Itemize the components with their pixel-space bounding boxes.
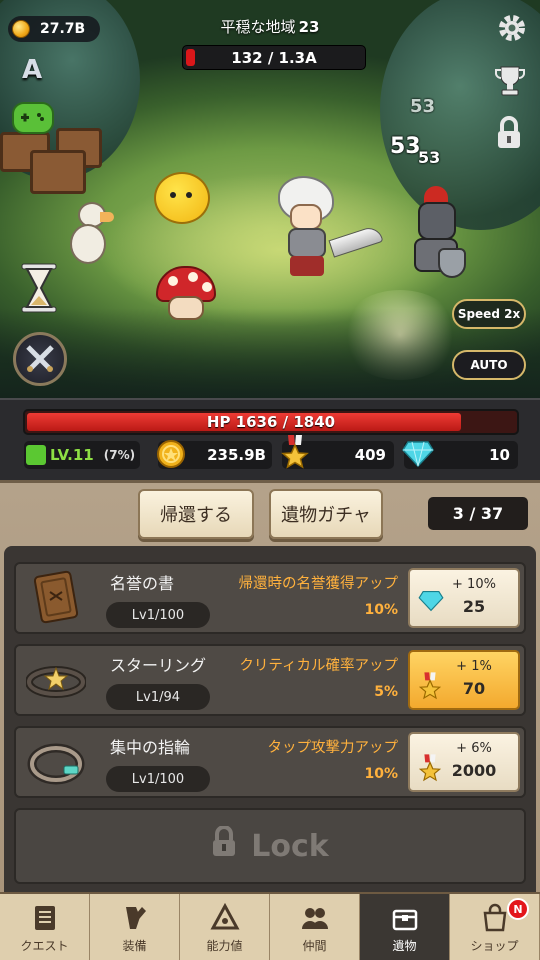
- medal-total: 409: [354, 446, 386, 464]
- ring-icon: [26, 734, 86, 790]
- nav-quest[interactable]: クエスト: [0, 894, 90, 960]
- diamond-icon: [402, 439, 434, 472]
- hero-character: [270, 176, 350, 278]
- nav-relics[interactable]: 遺物: [360, 894, 450, 960]
- shop-bag-icon: [483, 903, 506, 931]
- stats-icon: [209, 902, 240, 929]
- bottom-navigation: クエスト 装備 能力値 仲間 遺物 ショップ N: [0, 892, 540, 960]
- trophy-icon[interactable]: [494, 64, 526, 98]
- gold-total: 235.9B: [207, 446, 266, 464]
- upgrade-cost: 25: [462, 597, 486, 616]
- nav-label: クエスト: [20, 938, 69, 953]
- nav-label: 仲間: [302, 938, 327, 953]
- stage-number: 23: [298, 18, 320, 36]
- stage-name: 平穏な地域: [220, 18, 296, 36]
- companions-icon: [301, 907, 328, 929]
- achievements-icon[interactable]: A: [14, 52, 50, 88]
- relic-effect: タップ攻撃力アップ: [267, 740, 399, 756]
- gold-coin-icon: [156, 439, 186, 473]
- mushroom-companion: [156, 266, 216, 322]
- lock-icon[interactable]: [494, 116, 524, 150]
- padlock-icon: [211, 825, 237, 866]
- medal-display: 409: [281, 435, 394, 469]
- relic-upgrade-button[interactable]: + 10% 25: [408, 568, 520, 628]
- relic-row-book-of-honor: 名誉の書 Lv1/100 帰還時の名誉獲得アップ 10% + 10% 25: [14, 562, 526, 634]
- locked-relic-slot[interactable]: Lock: [14, 808, 526, 884]
- player-hp-text: HP 1636 / 1840: [206, 413, 336, 431]
- crossed-swords-icon[interactable]: [13, 332, 67, 386]
- nav-shop[interactable]: ショップ N: [450, 894, 540, 960]
- book-icon: [26, 570, 86, 626]
- relic-count: 3 / 37: [428, 497, 528, 530]
- bird-companion: [62, 200, 114, 270]
- hourglass-icon[interactable]: [18, 262, 60, 314]
- enemy-hp-bar: 132 / 1.3A: [182, 45, 366, 70]
- relic-effect-value: 5%: [374, 684, 398, 700]
- new-badge: N: [507, 898, 529, 920]
- upgrade-increment: + 6%: [456, 741, 492, 756]
- relic-row-focus-ring: 集中の指輪 Lv1/100 タップ攻撃力アップ 10% + 6% 2000: [14, 726, 526, 798]
- stage-title: 平穏な地域 23: [0, 16, 540, 37]
- relic-effect: クリティカル確率アップ: [239, 658, 398, 674]
- gold-display: 235.9B: [157, 440, 272, 469]
- gear-icon[interactable]: [496, 12, 528, 44]
- upgrade-cost: 70: [462, 679, 486, 698]
- nav-label: ショップ: [470, 938, 519, 953]
- relic-chest-icon: [392, 909, 417, 930]
- quest-icon: [34, 905, 55, 930]
- medal-icon: [280, 435, 310, 473]
- relic-effect-value: 10%: [364, 602, 398, 618]
- star-ring-icon: [25, 652, 87, 708]
- gem-total: 10: [489, 446, 510, 464]
- relic-upgrade-button[interactable]: + 1% 70: [408, 650, 520, 710]
- relic-name: 集中の指輪: [110, 738, 191, 757]
- battle-scene[interactable]: 53 53 53 27.7B 平穏な地域 23 132 / 1.3A A Spee…: [0, 0, 540, 398]
- relic-gacha-button[interactable]: 遺物ガチャ: [269, 489, 383, 539]
- chick-companion: [154, 172, 210, 224]
- player-hp-bar: HP 1636 / 1840: [23, 409, 519, 435]
- gem-display: 10: [402, 439, 518, 472]
- relic-row-star-ring: スターリング Lv1/94 クリティカル確率アップ 5% + 1% 70: [14, 644, 526, 716]
- nav-companions[interactable]: 仲間: [270, 894, 360, 960]
- nav-label: 能力値: [206, 938, 243, 953]
- wooden-crates: [0, 128, 105, 198]
- equipment-icon: [125, 906, 146, 929]
- upgrade-cost: 2000: [451, 761, 497, 780]
- relic-level: Lv1/100: [106, 602, 210, 628]
- relic-level: Lv1/100: [106, 766, 210, 792]
- relic-effect: 帰還時の名誉獲得アップ: [238, 576, 399, 592]
- nav-label: 装備: [122, 938, 147, 953]
- enemy-knight[interactable]: [404, 186, 474, 282]
- relic-upgrade-button[interactable]: + 6% 2000: [408, 732, 520, 792]
- gamepad-icon[interactable]: [12, 102, 54, 134]
- relic-effect-value: 10%: [364, 766, 398, 782]
- upgrade-increment: + 1%: [456, 659, 492, 674]
- level-display: LV.11 (7%): [24, 441, 140, 469]
- relic-name: スターリング: [110, 656, 207, 675]
- relic-name: 名誉の書: [110, 574, 175, 593]
- relic-level: Lv1/94: [106, 684, 210, 710]
- nav-stats[interactable]: 能力値: [180, 894, 270, 960]
- return-button[interactable]: 帰還する: [138, 489, 254, 539]
- nav-label: 遺物: [392, 938, 417, 953]
- damage-number: 53: [390, 134, 421, 159]
- level-icon: [26, 445, 46, 465]
- enemy-hp-text: 132 / 1.3A: [231, 49, 317, 67]
- nav-equipment[interactable]: 装備: [90, 894, 180, 960]
- level-value: LV.11: [50, 446, 94, 464]
- upgrade-increment: + 10%: [452, 577, 496, 592]
- lock-label: Lock: [251, 828, 329, 864]
- damage-number: 53: [418, 148, 441, 167]
- damage-number: 53: [410, 96, 436, 117]
- level-progress: (7%): [103, 448, 136, 462]
- auto-battle-button[interactable]: AUTO: [452, 350, 526, 380]
- speed-toggle-button[interactable]: Speed 2x: [452, 299, 526, 329]
